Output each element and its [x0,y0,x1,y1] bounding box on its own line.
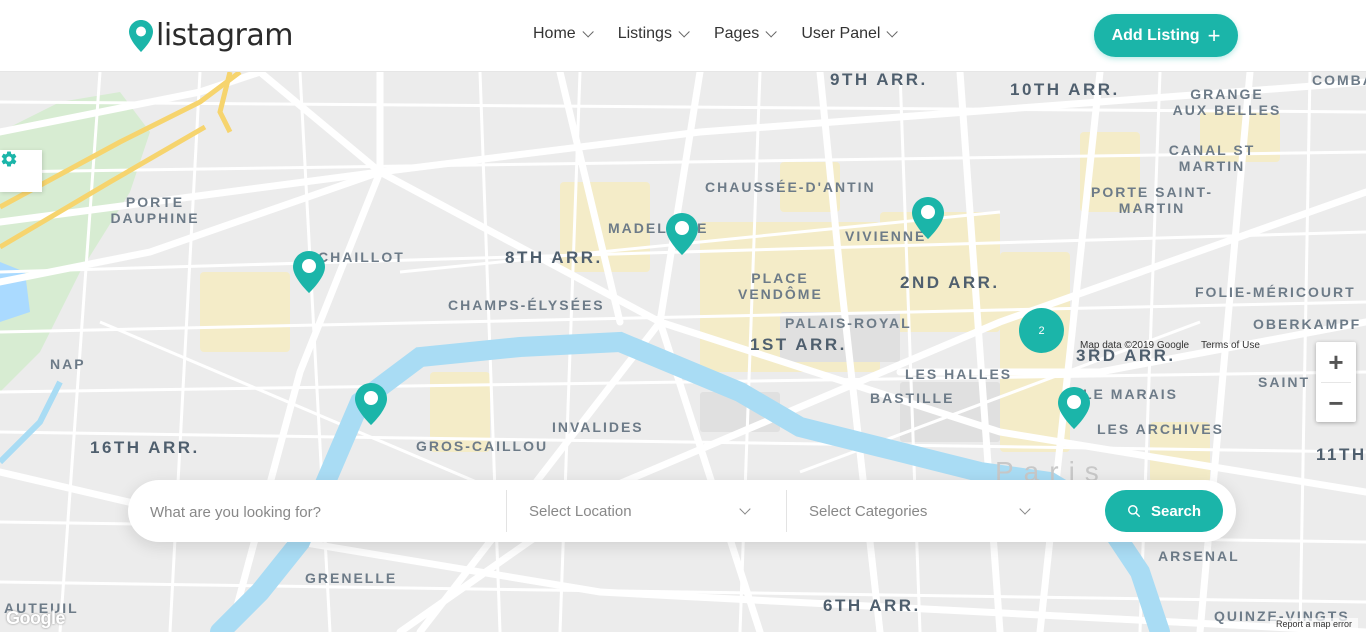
map-data-credit: Map data ©2019 Google [1080,340,1190,351]
quarter-label: COMBA [1312,72,1366,88]
quarter-label: CHAMPS-ÉLYSÉES [448,297,605,313]
district-label: 10TH ARR. [1010,80,1120,99]
report-map-error-link[interactable]: Report a map error [1270,618,1359,630]
nav-listings-label: Listings [617,25,672,42]
quarter-label: PALAIS-ROYAL [785,315,912,331]
quarter-label: BASTILLE [870,390,955,406]
district-label: 16TH ARR. [90,438,200,457]
marker-cluster[interactable]: 2 [1019,308,1064,353]
main-nav: Home Listings Pages User Panel [533,25,922,43]
categories-select[interactable]: Select Categories [809,480,1031,542]
district-label: 11TH [1316,445,1366,464]
quarter-label: CHAUSSÉE-D'ANTIN [705,179,876,195]
map-marker-icon[interactable] [291,250,327,294]
quarter-label: GROS-CAILLOU [416,438,549,454]
quarter-label: OBERKAMPF [1253,316,1362,332]
quarter-label: NAP [50,356,86,372]
logo-text: listagram [156,18,293,53]
nav-home[interactable]: Home [533,25,594,43]
quarter-label: ARSENAL [1158,548,1240,564]
map-marker-icon[interactable] [910,196,946,240]
chevron-down-icon [739,503,751,515]
nav-user-panel[interactable]: User Panel [801,25,899,43]
search-icon [1127,505,1140,517]
search-button[interactable]: Search [1105,490,1223,532]
map-pin-logo-icon [129,19,153,52]
categories-select-label: Select Categories [809,502,928,520]
nav-user-panel-label: User Panel [801,25,881,42]
map-canvas[interactable]: 9TH ARR. 10TH ARR. 8TH ARR. 2ND ARR. 1ST… [0,72,1366,632]
add-listing-label: Add Listing [1111,26,1200,44]
quarter-label: PLACE VENDÔME [738,270,823,302]
quarter-label: PORTE SAINT-MARTIN [1090,184,1213,216]
district-label: 2ND ARR. [900,273,1000,292]
zoom-in-button[interactable]: + [1316,342,1356,382]
quarter-label: CHAILLOT [318,249,405,265]
quarter-label: CANAL ST MARTIN [1168,142,1256,174]
map-settings-button[interactable] [0,150,42,192]
search-bar: Select Location Select Categories Search [128,480,1236,544]
quarter-label: LE MARAIS [1083,386,1178,402]
quarter-label: SAINT [1258,374,1310,390]
chevron-down-icon [1019,503,1031,515]
quarter-label: FOLIE-MÉRICOURT [1195,284,1356,300]
quarter-label: INVALIDES [552,419,644,435]
divider [506,490,507,532]
google-logo: Google [6,608,66,628]
quarter-label: GRANGE AUX BELLES [1172,86,1282,118]
map-marker-icon[interactable] [664,212,700,256]
site-header: listagram Home Listings Pages User Panel… [0,0,1366,72]
district-label: 6TH ARR. [823,596,921,615]
chevron-down-icon [582,26,594,38]
quarter-label: LES HALLES [905,366,1013,382]
quarter-label: GRENELLE [305,570,398,586]
chevron-down-icon [678,26,690,38]
zoom-controls: + − [1316,342,1356,422]
district-label: 8TH ARR. [505,248,603,267]
search-button-label: Search [1150,502,1202,520]
chevron-down-icon [765,26,778,38]
search-input[interactable] [148,480,502,544]
terms-link[interactable]: Terms of Use [1201,340,1260,351]
map-marker-icon[interactable] [353,382,389,426]
chevron-down-icon [886,26,899,38]
location-select-label: Select Location [529,502,632,520]
quarter-label: LES ARCHIVES [1097,421,1224,437]
plus-icon: + [1207,22,1221,48]
map-marker-icon[interactable] [1056,386,1092,430]
nav-pages[interactable]: Pages [713,25,778,43]
logo[interactable]: listagram [128,18,293,53]
add-listing-button[interactable]: Add Listing + [1094,14,1238,57]
district-label: 1ST ARR. [750,335,847,354]
divider [786,490,787,532]
nav-home-label: Home [533,25,576,42]
quarter-label: PORTE DAUPHINE [110,194,200,226]
gear-icon [1,151,17,167]
nav-pages-label: Pages [713,25,760,42]
nav-listings[interactable]: Listings [617,25,690,43]
zoom-out-button[interactable]: − [1316,383,1356,423]
location-select[interactable]: Select Location [529,480,751,542]
district-label: 9TH ARR. [830,72,928,89]
